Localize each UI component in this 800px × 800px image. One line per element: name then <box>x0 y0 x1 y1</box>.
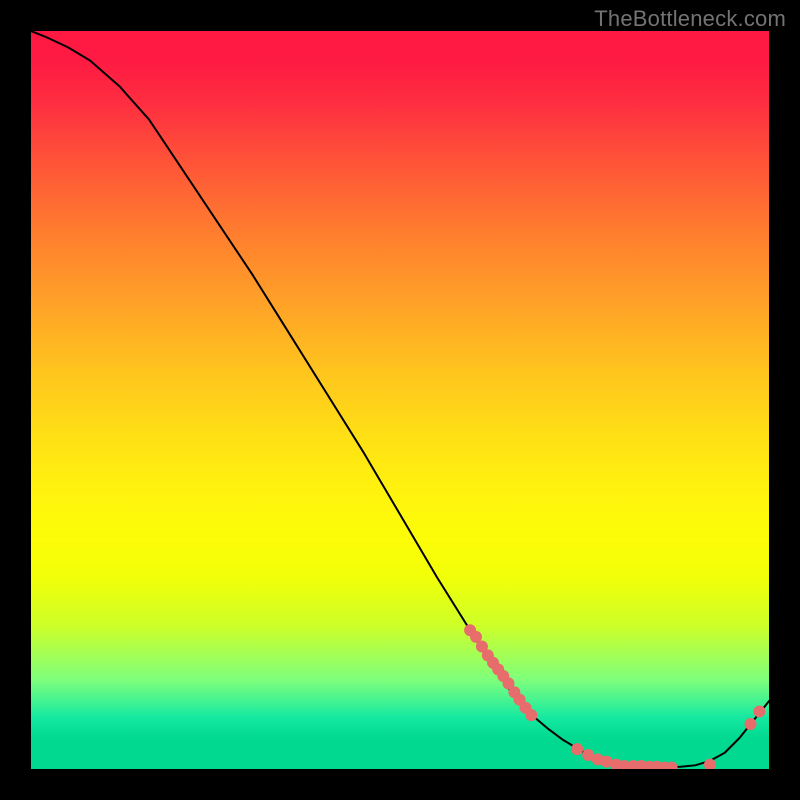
plot-svg <box>31 31 769 769</box>
curve-line <box>31 31 769 768</box>
marker-group <box>464 624 765 769</box>
marker-point <box>704 759 716 769</box>
plot-area <box>31 31 769 769</box>
chart-container: TheBottleneck.com <box>0 0 800 800</box>
watermark-text: TheBottleneck.com <box>594 6 786 32</box>
marker-point <box>753 705 765 717</box>
marker-point <box>745 718 757 730</box>
marker-point <box>525 709 537 721</box>
marker-point <box>571 743 583 755</box>
